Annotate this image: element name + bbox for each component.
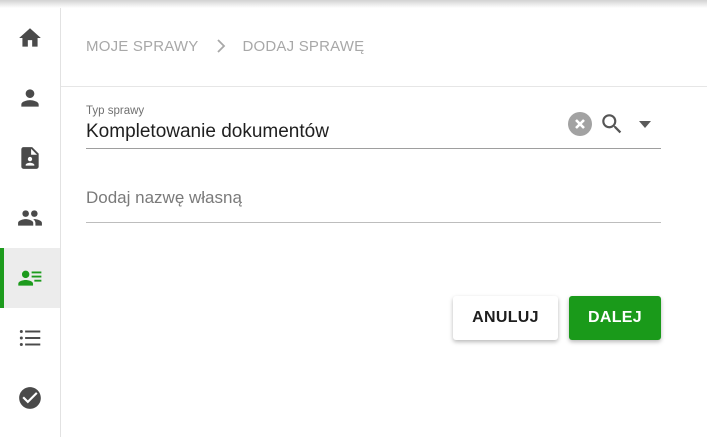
search-icon[interactable] xyxy=(599,111,625,137)
case-type-underline xyxy=(86,148,661,149)
chevron-down-icon[interactable] xyxy=(637,117,653,129)
case-type-select[interactable]: Typ sprawy Kompletowanie dokumentów xyxy=(86,103,661,149)
cancel-button[interactable]: ANULUJ xyxy=(453,296,558,340)
breadcrumb-my-cases[interactable]: MOJE SPRAWY xyxy=(86,38,199,55)
sidebar-item-list[interactable] xyxy=(0,308,60,368)
next-button[interactable]: DALEJ xyxy=(569,296,661,340)
sidebar-item-documents[interactable] xyxy=(0,128,60,188)
person-icon xyxy=(21,89,39,107)
custom-name-field[interactable] xyxy=(86,178,661,223)
chevron-right-icon xyxy=(215,39,227,53)
breadcrumb-add-case: DODAJ SPRAWĘ xyxy=(242,37,365,55)
case-type-value[interactable]: Kompletowanie dokumentów xyxy=(86,121,329,143)
contact-list-icon xyxy=(18,270,42,286)
sidebar-item-people[interactable] xyxy=(0,188,60,248)
case-type-label: Typ sprawy xyxy=(86,105,145,117)
sidebar-item-profile[interactable] xyxy=(0,68,60,128)
list-icon xyxy=(19,329,41,347)
home-icon xyxy=(19,28,41,47)
sidebar-item-completed[interactable] xyxy=(0,368,60,428)
breadcrumb: MOJE SPRAWY DODAJ SPRAWĘ xyxy=(86,36,364,56)
check-circle-icon xyxy=(19,387,41,409)
header-divider xyxy=(61,86,707,87)
custom-name-underline xyxy=(86,222,661,223)
clear-icon[interactable] xyxy=(568,112,592,136)
sidebar-item-cases[interactable] xyxy=(0,248,60,308)
sidebar xyxy=(0,8,61,437)
sidebar-item-home[interactable] xyxy=(0,8,60,68)
people-icon xyxy=(18,210,42,226)
custom-name-input[interactable] xyxy=(86,178,661,218)
document-person-icon xyxy=(21,147,39,169)
top-shadow xyxy=(0,0,707,8)
